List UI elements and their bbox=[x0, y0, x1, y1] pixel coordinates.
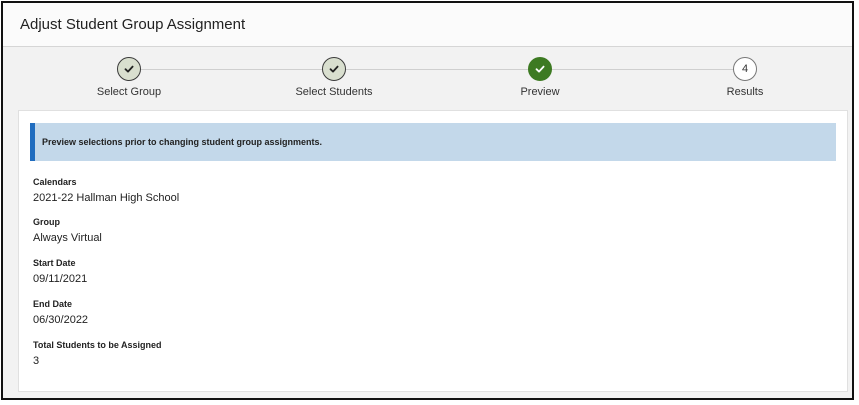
step-label: Results bbox=[726, 86, 764, 98]
wizard-window: Adjust Student Group Assignment Select G… bbox=[1, 1, 854, 400]
preview-panel: Preview selections prior to changing stu… bbox=[18, 110, 848, 392]
step-preview[interactable]: Preview bbox=[470, 57, 610, 98]
step-label: Select Students bbox=[295, 86, 373, 98]
field-calendars: Calendars 2021-22 Hallman High School bbox=[33, 177, 179, 204]
step-current-indicator bbox=[528, 57, 552, 81]
page-title: Adjust Student Group Assignment bbox=[20, 16, 246, 33]
page-header: Adjust Student Group Assignment bbox=[3, 3, 852, 47]
step-select-group[interactable]: Select Group bbox=[59, 57, 199, 98]
step-complete-indicator bbox=[117, 57, 141, 81]
field-group: Group Always Virtual bbox=[33, 217, 102, 244]
field-end-date: End Date 06/30/2022 bbox=[33, 299, 88, 326]
step-label: Select Group bbox=[96, 86, 162, 98]
step-results[interactable]: 4 Results bbox=[675, 57, 815, 98]
check-icon bbox=[535, 65, 545, 73]
step-label: Preview bbox=[520, 86, 560, 98]
info-banner: Preview selections prior to changing stu… bbox=[30, 123, 836, 161]
field-start-date: Start Date 09/11/2021 bbox=[33, 258, 87, 285]
step-complete-indicator bbox=[322, 57, 346, 81]
field-value: 06/30/2022 bbox=[33, 314, 89, 326]
field-value: 2021-22 Hallman High School bbox=[33, 192, 180, 204]
check-icon bbox=[329, 65, 339, 73]
check-icon bbox=[124, 65, 134, 73]
field-value: Always Virtual bbox=[33, 232, 102, 244]
field-label: Calendars bbox=[33, 177, 77, 187]
field-total-students: Total Students to be Assigned 3 bbox=[33, 340, 162, 367]
step-select-students[interactable]: Select Students bbox=[264, 57, 404, 98]
field-label: End Date bbox=[33, 299, 73, 309]
field-value: 3 bbox=[33, 355, 40, 367]
field-label: Total Students to be Assigned bbox=[33, 340, 162, 350]
field-label: Group bbox=[33, 217, 60, 227]
field-label: Start Date bbox=[33, 258, 76, 268]
stepper-track bbox=[129, 69, 745, 70]
info-banner-text: Preview selections prior to changing stu… bbox=[42, 137, 323, 147]
wizard-stepper: Select Group Select Students Preview 4 R… bbox=[3, 47, 852, 103]
step-number-indicator: 4 bbox=[733, 57, 757, 81]
field-value: 09/11/2021 bbox=[33, 273, 88, 285]
